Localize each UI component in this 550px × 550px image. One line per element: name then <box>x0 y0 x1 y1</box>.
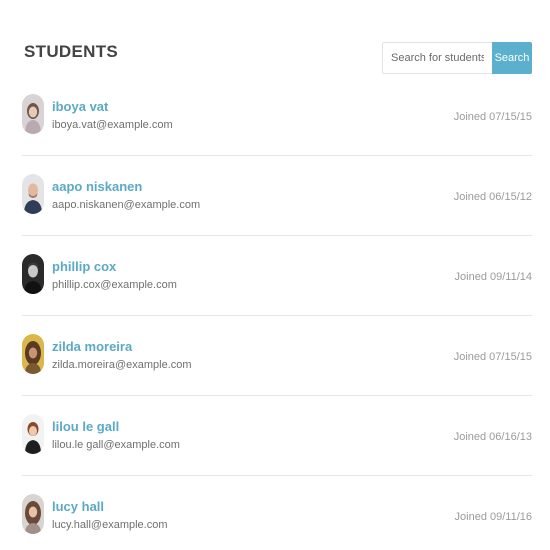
joined-date: Joined 06/16/13 <box>453 431 532 443</box>
joined-date: Joined 09/11/16 <box>454 511 532 523</box>
avatar <box>22 174 44 214</box>
search-button[interactable]: Search <box>492 42 532 74</box>
student-email: iboya.vat@example.com <box>52 119 173 131</box>
student-row: iboya vat iboya.vat@example.com Joined 0… <box>22 76 532 156</box>
student-email: zilda.moreira@example.com <box>52 359 192 371</box>
student-name-link[interactable]: zilda moreira <box>52 339 132 355</box>
student-name-link[interactable]: aapo niskanen <box>52 179 142 195</box>
student-row: lilou le gall lilou.le gall@example.com … <box>22 396 532 476</box>
student-email: lilou.le gall@example.com <box>52 439 180 451</box>
student-email: aapo.niskanen@example.com <box>52 199 201 211</box>
student-name-link[interactable]: lucy hall <box>52 499 104 515</box>
avatar <box>22 334 44 374</box>
header: STUDENTS Search <box>24 42 532 76</box>
joined-date: Joined 09/11/14 <box>454 271 532 283</box>
student-row: phillip cox phillip.cox@example.com Join… <box>22 236 532 316</box>
search-group: Search <box>382 42 532 74</box>
student-name-link[interactable]: iboya vat <box>52 99 108 115</box>
joined-date: Joined 06/15/12 <box>453 191 532 203</box>
student-row: aapo niskanen aapo.niskanen@example.com … <box>22 156 532 236</box>
students-page: STUDENTS Search iboya vat iboya.vat@exam… <box>0 0 550 550</box>
student-name-link[interactable]: phillip cox <box>52 259 116 275</box>
page-title: STUDENTS <box>24 42 119 61</box>
student-email: phillip.cox@example.com <box>52 279 177 291</box>
student-name-link[interactable]: lilou le gall <box>52 419 119 435</box>
joined-date: Joined 07/15/15 <box>453 111 532 123</box>
avatar <box>22 414 44 454</box>
avatar <box>22 254 44 294</box>
student-email: lucy.hall@example.com <box>52 519 168 531</box>
avatar <box>22 94 44 134</box>
student-row: lucy hall lucy.hall@example.com Joined 0… <box>22 476 532 550</box>
avatar <box>22 494 44 534</box>
student-row: zilda moreira zilda.moreira@example.com … <box>22 316 532 396</box>
student-list: iboya vat iboya.vat@example.com Joined 0… <box>22 76 532 550</box>
search-input[interactable] <box>382 42 492 74</box>
joined-date: Joined 07/15/15 <box>453 351 532 363</box>
